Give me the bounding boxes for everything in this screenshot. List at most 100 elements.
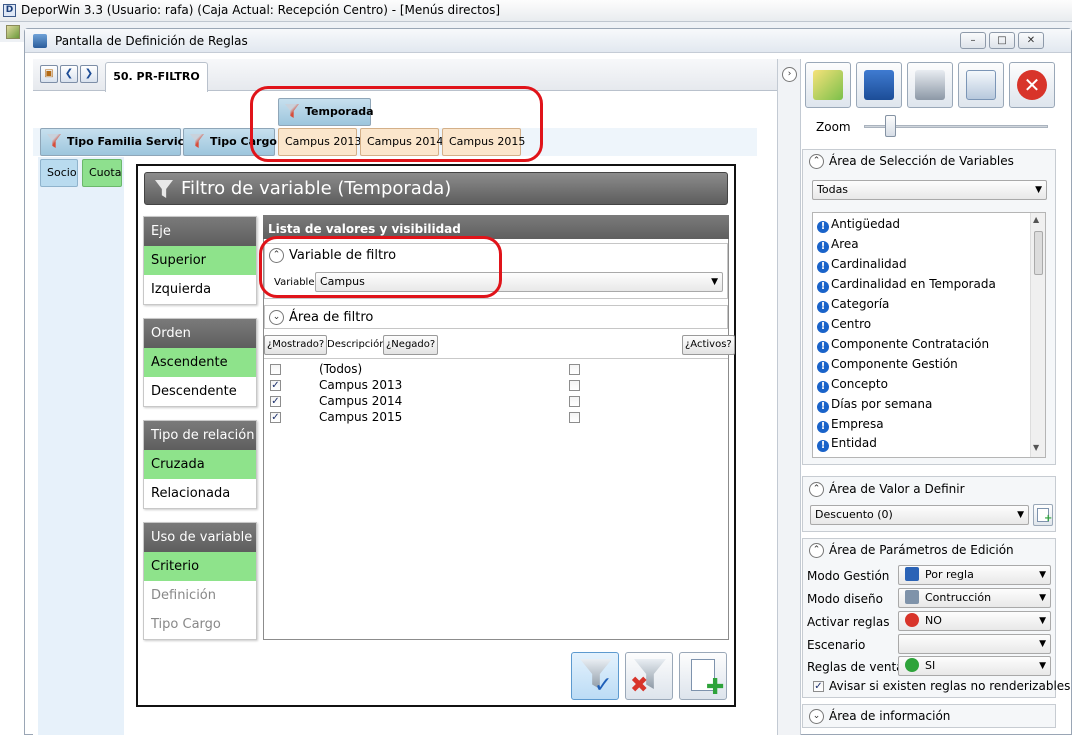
row-2015-label: Campus 2015 [319,410,403,424]
chip-tipo-familia[interactable]: Tipo Familia Servicio [40,128,195,156]
collapse-icon[interactable]: ⌃ [809,482,824,497]
variables-filter-value: Todas [817,183,849,196]
close-window-button[interactable]: ✕ [1018,32,1044,49]
info-section-title: Área de información [829,709,951,723]
row-2015-shown-checkbox[interactable]: ✓ [270,412,281,423]
option-criterio[interactable]: Criterio [144,552,256,581]
option-relacionada[interactable]: Relacionada [144,479,256,508]
variables-filter-select[interactable]: Todas ▼ [812,180,1047,200]
print-button[interactable] [907,62,953,108]
mostrado-column-button[interactable]: ¿Mostrado? [264,335,328,355]
variable-item[interactable]: ! Empresa [817,417,884,433]
variable-item-label: Entidad [831,436,877,450]
remove-filter-button[interactable]: ✖ [625,652,673,700]
value-select-value: Descuento (0) [815,508,893,521]
expand-icon[interactable]: ⌄ [809,709,824,724]
reglas-venta-select[interactable]: SI ▼ [898,656,1051,676]
chip-socio[interactable]: Socio [40,159,78,187]
minimize-button[interactable]: – [960,32,986,49]
row-2013-label: Campus 2013 [319,378,403,392]
info-icon: ! [817,301,829,313]
variable-item-label: Componente Gestión [831,357,958,371]
scroll-down-icon[interactable]: ▼ [1033,443,1039,452]
tab-pr-filtro[interactable]: 50. PR-FILTRO [105,62,208,92]
variable-item-label: Cardinalidad en Temporada [831,277,996,291]
chevron-right-icon[interactable]: › [782,67,797,82]
collapse-icon[interactable]: ⌃ [809,154,824,169]
option-superior[interactable]: Superior [144,246,256,275]
option-izquierda[interactable]: Izquierda [144,275,256,304]
modo-diseno-select[interactable]: Contrucción ▼ [898,588,1051,608]
row-2015-negated-checkbox[interactable] [569,412,580,423]
chevron-down-icon: ▼ [1039,593,1046,603]
escenario-select[interactable]: ▼ [898,634,1051,654]
chevron-down-icon: ▼ [1035,185,1042,195]
variable-item[interactable]: ! Componente Contratación [817,337,989,353]
variable-item[interactable]: ! Cardinalidad en Temporada [817,277,996,293]
expand-icon[interactable]: ⌄ [269,310,284,325]
activos-column-button[interactable]: ¿Activos? [682,335,735,355]
modo-gestion-select[interactable]: Por regla ▼ [898,565,1051,585]
variable-item-label: Area [831,237,859,251]
variable-item[interactable]: ! Cardinalidad [817,257,907,273]
variable-item[interactable]: ! Area [817,237,859,253]
variable-item-label: Centro [831,317,872,331]
info-icon: ! [817,241,829,253]
zoom-slider[interactable] [884,115,896,137]
variable-item[interactable]: ! Días por semana [817,397,932,413]
menu-app-icon[interactable] [6,25,20,39]
zoom-row: Zoom [802,113,1060,143]
variable-item[interactable]: ! Concepto [817,377,888,393]
close-button[interactable]: ✕ [1009,62,1055,108]
variables-scrollbar[interactable]: ▲ ▼ [1030,213,1045,457]
row-2013-negated-checkbox[interactable] [569,380,580,391]
export-button[interactable] [958,62,1004,108]
variable-item[interactable]: ! Componente Gestión [817,357,958,373]
row-2014-shown-checkbox[interactable]: ✓ [270,396,281,407]
activar-reglas-select[interactable]: NO ▼ [898,611,1051,631]
collapse-icon[interactable]: ⌃ [809,543,824,558]
info-icon: ! [817,421,829,433]
new-filter-button[interactable]: ✚ [679,652,727,700]
apply-filter-button[interactable]: ✓ [571,652,619,700]
avisar-checkbox[interactable]: ✓ [813,681,824,692]
app-icon: D [3,4,16,17]
window-title-bar: Pantalla de Definición de Reglas – □ ✕ [25,29,1071,53]
variable-item[interactable]: ! Centro [817,317,871,333]
option-descendente[interactable]: Descendente [144,377,256,406]
row-2014-label: Campus 2014 [319,394,403,408]
open-button[interactable] [805,62,851,108]
modo-gestion-value: Por regla [925,568,974,581]
option-ascendente[interactable]: Ascendente [144,348,256,377]
variable-item[interactable]: ! Antigüedad [817,217,900,233]
zoom-label: Zoom [816,120,851,134]
save-button[interactable] [856,62,902,108]
info-icon: ! [817,401,829,413]
chip-cuota[interactable]: Cuota [82,159,122,187]
scroll-thumb[interactable] [1034,231,1043,275]
info-icon: ! [817,341,829,353]
new-rule-icon[interactable]: ▣ [40,65,58,83]
row-band [38,157,124,735]
chevron-down-icon: ▼ [1039,639,1046,649]
highlight-ring-chips [250,86,543,162]
maximize-button[interactable]: □ [989,32,1015,49]
folder-icon [813,70,843,100]
next-tab-button[interactable]: ❯ [80,65,98,83]
variable-item[interactable]: ! Categoría [817,297,889,313]
panel-splitter[interactable]: › [777,59,801,735]
row-2013-shown-checkbox[interactable]: ✓ [270,380,281,391]
option-cruzada[interactable]: Cruzada [144,450,256,479]
row-todos-negated-checkbox[interactable] [569,364,580,375]
add-value-button[interactable]: + [1033,504,1053,526]
negado-column-button[interactable]: ¿Negado? [383,335,439,355]
prev-tab-button[interactable]: ❮ [60,65,78,83]
value-select[interactable]: Descuento (0) ▼ [810,505,1029,525]
no-icon [905,613,919,627]
row-2014-negated-checkbox[interactable] [569,396,580,407]
variable-item[interactable]: ! Entidad [817,436,877,452]
row-todos-label: (Todos) [319,362,363,376]
row-todos-shown-checkbox[interactable] [270,364,281,375]
scroll-up-icon[interactable]: ▲ [1033,215,1039,224]
group-eje: Eje Superior Izquierda [143,216,257,305]
